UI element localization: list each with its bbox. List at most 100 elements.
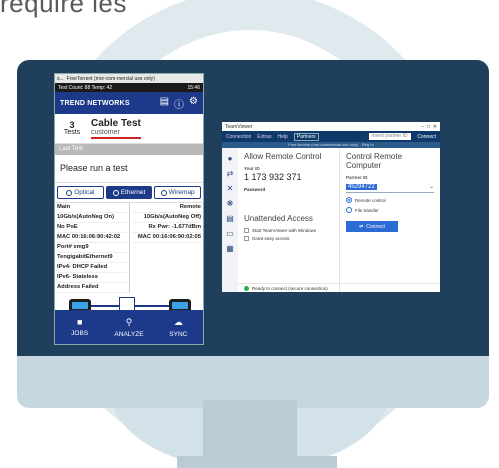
mode-ethernet[interactable]: Ethernet: [105, 186, 153, 199]
status-footer: Ready to connect (secure connection): [238, 283, 440, 292]
remote-control-radio[interactable]: Remote control: [346, 197, 434, 203]
partner-id-value: 45294722: [346, 184, 377, 190]
menu-bar: Connection Extras Help Partners Insert p…: [222, 131, 440, 142]
connect-button[interactable]: ⇄ Connect: [346, 221, 398, 232]
meeting-icon[interactable]: ❋: [227, 199, 234, 208]
partner-id-label: Partner ID: [346, 175, 368, 180]
main-row: 10Gb/s(AutoNeg On): [57, 213, 127, 223]
main-row: Address Failed: [57, 283, 127, 293]
main-header: Main: [57, 203, 127, 213]
radio-label: File transfer: [355, 207, 379, 213]
partners-button[interactable]: Partners: [293, 132, 319, 141]
radio-icon: [160, 189, 167, 196]
main-row: No PoE: [57, 223, 127, 233]
remote-row: MAC 00:16:06:90:02:05: [131, 233, 201, 243]
bottom-nav: ■ JOBS ⚲ ANALYZE ☁ SYNC: [55, 310, 203, 344]
side-toolbar: ● ⇄ ✕ ❋ ▤ ▭ ▦: [222, 148, 238, 292]
nav-jobs[interactable]: ■ JOBS: [55, 310, 104, 344]
close-icon[interactable]: ✕: [433, 124, 437, 130]
connect-label: Connect: [366, 223, 385, 230]
remote-header: Remote: [131, 203, 201, 213]
status-dot-icon: [244, 285, 249, 291]
help-icon[interactable]: ⓘ: [174, 96, 184, 111]
checkbox-icon: [244, 236, 249, 241]
browser-tab[interactable]: s...: [57, 76, 64, 82]
status-time: 15:46: [187, 84, 200, 91]
checkbox-label: Start TeamViewer with Windows: [252, 228, 317, 233]
start-with-windows-checkbox[interactable]: Start TeamViewer with Windows: [244, 228, 333, 233]
brand-name: TREND NETWORKS: [60, 99, 130, 107]
main-row: MAC 00:16:06:90:42:02: [57, 233, 127, 243]
test-subtitle: customer: [91, 129, 141, 139]
nav-label: SYNC: [169, 330, 188, 338]
nav-label: JOBS: [71, 330, 89, 337]
chart-icon[interactable]: ▤: [160, 96, 169, 111]
monitor-base: [177, 456, 337, 468]
status-left: Test Count: 88 Temp: 42: [58, 84, 113, 91]
allow-remote-panel: Allow Remote Control Your ID 1 173 932 3…: [238, 148, 340, 292]
minimize-icon[interactable]: –: [421, 124, 424, 130]
contacts-icon[interactable]: ▤: [226, 214, 234, 223]
header-icons: ▤ ⓘ ⚙: [160, 96, 198, 111]
monitor-screen: s... FreeTorrent (mor-com-mercial use on…: [17, 60, 489, 356]
tools-icon[interactable]: ✕: [227, 184, 234, 193]
switch-icon: [119, 297, 135, 311]
nav-sync[interactable]: ☁ SYNC: [154, 310, 203, 344]
test-count-label: Tests: [63, 128, 81, 136]
mode-wiremap[interactable]: Wiremap: [154, 186, 202, 199]
connect-top-button[interactable]: Connect: [417, 134, 436, 140]
file-transfer-radio[interactable]: File transfer: [346, 207, 434, 213]
grant-easy-access-checkbox[interactable]: Grant easy access: [244, 236, 333, 241]
menu-connection[interactable]: Connection: [226, 134, 251, 140]
mode-optical[interactable]: Optical: [57, 186, 104, 199]
checkbox-icon: [244, 228, 249, 233]
teamviewer-body: ● ⇄ ✕ ❋ ▤ ▭ ▦ Allow Remote Control Your …: [222, 148, 440, 292]
chevron-down-icon[interactable]: ⌄: [429, 184, 434, 190]
checkbox-label: Grant easy access: [252, 236, 290, 241]
app-header: TREND NETWORKS ▤ ⓘ ⚙: [55, 92, 203, 114]
menu-help[interactable]: Help: [277, 134, 287, 140]
results-table: Main 10Gb/s(AutoNeg On) No PoE MAC 00:16…: [55, 203, 203, 293]
remote-row: 10Gb/s(AutoNeg Off): [131, 213, 201, 223]
nav-analyze[interactable]: ⚲ ANALYZE: [104, 310, 153, 344]
mode-selector: Optical Ethernet Wiremap: [55, 183, 203, 203]
test-title-block: Cable Test customer: [91, 118, 141, 139]
computers-icon[interactable]: ▦: [226, 244, 234, 253]
gear-icon[interactable]: ⚙: [189, 96, 198, 111]
mode-label: Optical: [74, 189, 95, 196]
partner-id-input[interactable]: Insert partner ID: [369, 133, 412, 140]
cloud-icon: ☁: [173, 316, 183, 327]
last-test-bar: Last Test: [55, 144, 203, 155]
partner-id-field[interactable]: 45294722 ⌄: [346, 182, 434, 193]
arrows-icon[interactable]: ⇄: [227, 169, 234, 178]
menu-extras[interactable]: Extras: [257, 134, 271, 140]
test-summary[interactable]: 3 Tests Cable Test customer: [55, 114, 203, 144]
avatar-icon[interactable]: ●: [228, 154, 233, 163]
window-controls: – □ ✕: [421, 124, 437, 130]
browser-tab-active[interactable]: FreeTorrent (mor-com-mercial use only): [67, 76, 155, 82]
page-heading: require les: [0, 0, 127, 18]
maximize-icon[interactable]: □: [427, 124, 430, 130]
chat-icon[interactable]: ▭: [226, 229, 234, 238]
connect-arrow-icon: ⇄: [359, 223, 364, 230]
test-count: 3 Tests: [59, 120, 85, 137]
folder-icon: ■: [76, 317, 83, 327]
main-row: TengigabitEthernet9: [57, 253, 127, 263]
control-remote-panel: Control Remote Computer Partner ID 45294…: [340, 148, 440, 292]
mode-label: Ethernet: [120, 189, 146, 196]
radio-icon: [346, 197, 352, 203]
radio-label: Remote control: [355, 197, 386, 203]
test-title: Cable Test: [91, 118, 141, 129]
monitor: s... FreeTorrent (mor-com-mercial use on…: [17, 60, 489, 408]
main-row: IPv4- DHCP Failed: [57, 263, 127, 273]
nav-label: ANALYZE: [114, 330, 144, 338]
password-label: Password: [244, 187, 266, 192]
main-column: Main 10Gb/s(AutoNeg On) No PoE MAC 00:16…: [55, 203, 129, 293]
search-icon: ⚲: [125, 316, 133, 327]
status-text: Ready to connect (secure connection): [252, 285, 328, 291]
window-titlebar: TeamViewer – □ ✕: [222, 122, 440, 131]
control-remote-title: Control Remote Computer: [346, 152, 403, 170]
illustration-stage: require les s... FreeTorrent (mor-com-me…: [0, 0, 499, 468]
radio-icon: [66, 189, 73, 196]
run-test-prompt: Please run a test: [55, 155, 203, 183]
